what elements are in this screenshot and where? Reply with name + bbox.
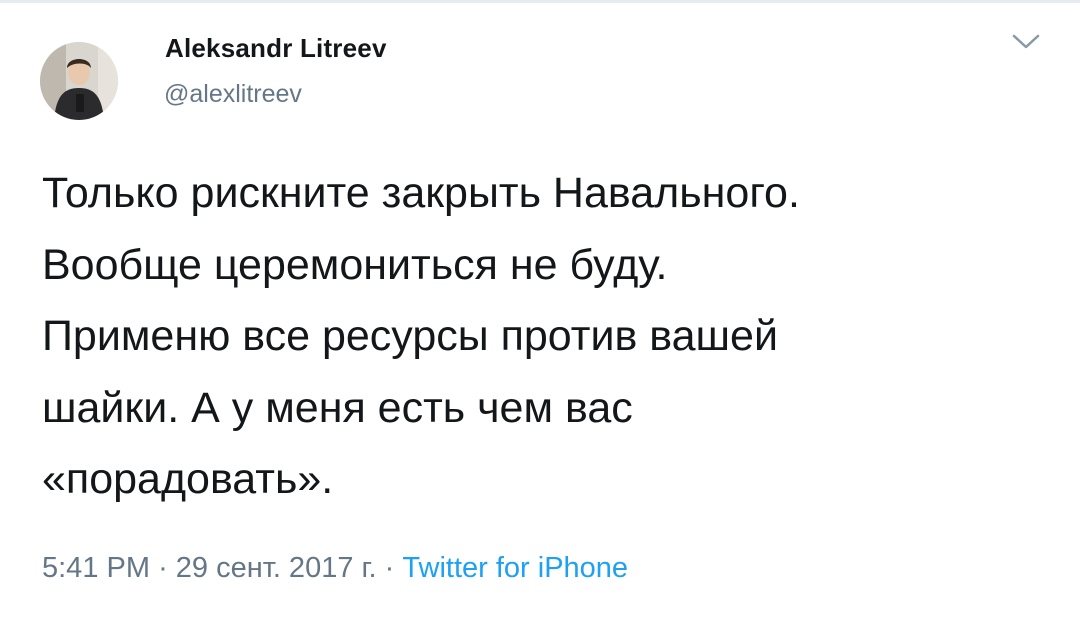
tweet-time[interactable]: 5:41 PM bbox=[42, 552, 150, 584]
tweet-metadata: 5:41 PM · 29 сент. 2017 г. · Twitter for… bbox=[42, 552, 628, 585]
tweet-source-link[interactable]: Twitter for iPhone bbox=[402, 552, 628, 584]
meta-separator: · bbox=[384, 552, 395, 584]
author-handle[interactable]: @alexlitreev bbox=[164, 80, 302, 109]
tweet-date[interactable]: 29 сент. 2017 г. bbox=[176, 552, 377, 584]
chevron-down-icon[interactable] bbox=[1008, 30, 1044, 54]
avatar-image bbox=[40, 42, 118, 120]
top-divider bbox=[0, 0, 1080, 3]
author-display-name[interactable]: Aleksandr Litreev bbox=[165, 33, 387, 64]
tweet-text: Только рискните закрыть Навального. Вооб… bbox=[42, 169, 800, 503]
avatar[interactable] bbox=[40, 42, 118, 120]
meta-separator: · bbox=[158, 552, 168, 584]
